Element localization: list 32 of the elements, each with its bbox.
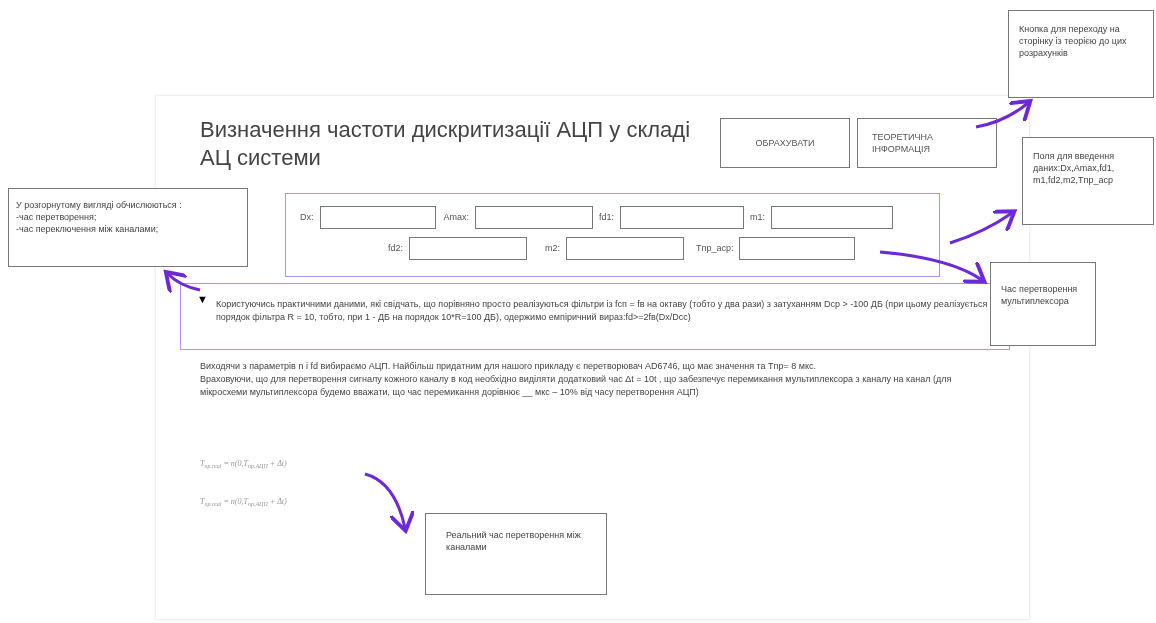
arrow — [949, 209, 1017, 245]
paragraph: Враховуючи, що для перетворення сигналу кожного каналу в код необхідно виділяти додатковий час Δt = 10t , що забезпечує перемикання мультиплексора з каналу на канал (для мікросхеми мультиплексора будемо вважати, що час перемикання дорівнює __ мкс – 10% від часу перетворення АЦП) — [200, 373, 953, 399]
field-label: Dx: — [300, 210, 314, 224]
formula: T$_{пр.real}$ = n(0,T$_{пр.АЦП}$ + Δt) — [200, 458, 287, 470]
input-field[interactable] — [771, 206, 894, 229]
input-field[interactable] — [739, 237, 856, 260]
field-label: Tпр_аср: — [696, 241, 734, 255]
calculate-button[interactable]: ОБРАХУВАТИ — [720, 118, 850, 168]
input-field[interactable] — [409, 237, 527, 260]
expand-toggle[interactable]: ▼ — [197, 294, 208, 305]
page-title: Визначення частоти дискритизації АЦП у складі АЦ системи — [200, 116, 692, 172]
annotation-note: Реальний час перетворення між каналами — [425, 513, 607, 595]
field-label: fd1: — [599, 210, 615, 224]
theory-button[interactable]: ТЕОРЕТИЧНА ІНФОРМАЦІЯ — [857, 118, 997, 168]
annotation-note: Кнопка для переходу на сторінку із теорією до цих розрахунків — [1008, 10, 1154, 98]
arrow — [364, 472, 416, 533]
field-label: fd2: — [388, 241, 403, 255]
annotation-note: Час перетворення мультиплексора — [990, 262, 1096, 346]
input-field[interactable] — [566, 237, 685, 260]
details-text: Користуючись практичними даними, які свідчать, що порівняно просто реалізуються фільтри із fcп = fв на октаву (тобто у два рази) з затуханням Dcp > -100 ДБ (при цьому реалізується порядок фільтра R = 10, тобто, при 1 - ДБ на порядок 10*R=100 ДБ), одержимо емпіричний вираз:fd>=2fв(Dx/Dcc) — [215, 298, 989, 324]
input-field[interactable] — [620, 206, 745, 229]
field-label: Amax: — [443, 210, 469, 224]
formula: T$_{пр.real}$ = n(0,T$_{пр.АЦП}$ + Δt) — [200, 496, 287, 508]
field-label: m1: — [750, 210, 766, 224]
annotation-note: У розгорнутому вигляді обчислюються : -час перетворення; -час переключення між каналами; — [8, 188, 248, 267]
arrow — [163, 270, 201, 295]
annotation-note: Поля для введення даних:Dx,Amax,fd1, m1,fd2,m2,Tпр_аср — [1022, 137, 1154, 225]
paragraph: Виходячи з параметрів n і fd вибираємо АЦП. Найбільш придатним для нашого прикладу є перетворювач AD6746, що має значення та Tпр= 8 мкс. — [200, 360, 817, 373]
field-label: m2: — [545, 241, 561, 255]
arrow — [975, 99, 1033, 129]
input-field[interactable] — [319, 206, 436, 229]
input-field[interactable] — [475, 206, 593, 229]
